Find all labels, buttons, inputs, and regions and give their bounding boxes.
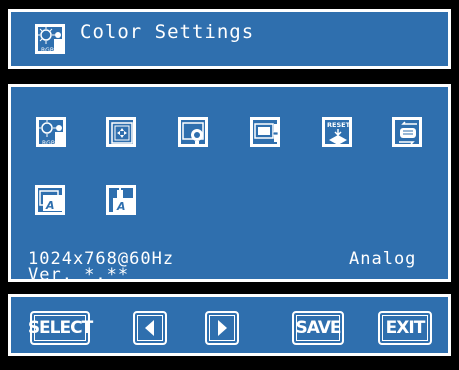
osd-settings-icon[interactable]: A (35, 185, 65, 215)
image-position-icon[interactable] (106, 117, 136, 147)
svg-text:RGB: RGB (42, 140, 55, 147)
display-adjust-icon[interactable] (250, 117, 280, 147)
left-arrow-button[interactable] (133, 311, 167, 345)
color-settings-icon[interactable]: RGB (36, 117, 66, 147)
version-text: Ver. *.** (28, 265, 130, 285)
image-adjust-icon[interactable] (178, 117, 208, 147)
chevron-left-icon (145, 320, 154, 336)
advanced-settings-icon[interactable]: A (106, 185, 136, 215)
select-button-label: SELECT (27, 318, 93, 338)
page-title: Color Settings (80, 21, 255, 43)
svg-text:RGB: RGB (41, 47, 54, 54)
svg-text:A: A (116, 200, 126, 213)
save-button[interactable]: SAVE (292, 311, 344, 345)
exit-button[interactable]: EXIT (378, 311, 432, 345)
exit-button-label: EXIT (385, 318, 426, 338)
input-select-icon[interactable] (392, 117, 422, 147)
save-button-label: SAVE (295, 318, 341, 338)
signal-type-text: Analog (349, 249, 417, 269)
chevron-right-icon (218, 320, 227, 336)
select-button[interactable]: SELECT (27, 311, 93, 345)
svg-text:A: A (45, 199, 55, 212)
right-arrow-button[interactable] (205, 311, 239, 345)
color-settings-icon: RGB (35, 24, 65, 54)
svg-text:RESET: RESET (327, 121, 351, 129)
reset-icon[interactable]: RESET (322, 117, 352, 147)
